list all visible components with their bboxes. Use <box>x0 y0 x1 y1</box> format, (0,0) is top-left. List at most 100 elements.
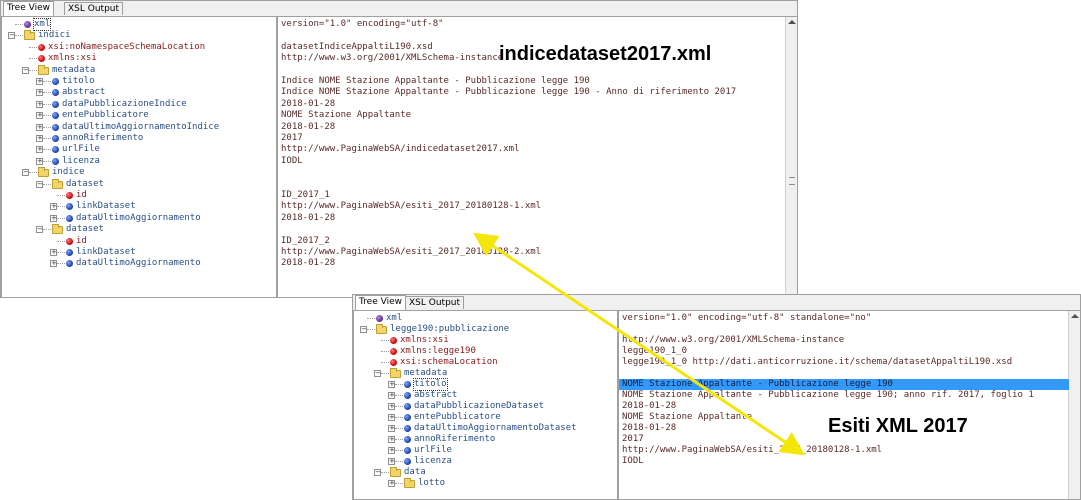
expand-toggle-icon[interactable]: − <box>22 169 29 177</box>
tree-node-label[interactable]: entePubblicatore <box>414 412 501 423</box>
expand-toggle-icon[interactable]: + <box>36 112 43 120</box>
expand-toggle-icon[interactable]: − <box>374 370 381 377</box>
expand-toggle-icon[interactable]: + <box>388 425 395 432</box>
tree-node-label[interactable]: licenza <box>62 156 100 167</box>
tree-node-label[interactable]: metadata <box>404 368 447 379</box>
tree-node-label[interactable]: dataUltimoAggiornamentoIndice <box>62 122 219 133</box>
expand-toggle-icon[interactable]: − <box>374 469 381 476</box>
node-value[interactable]: legge190_1_0 <box>622 346 687 357</box>
tree-node-label[interactable]: legge190:pubblicazione <box>390 324 509 335</box>
tree-pane[interactable]: xml − indici xsi:noNamespaceSchemaLocation x… <box>1 16 277 297</box>
tree-node-label[interactable]: dataset <box>66 224 104 235</box>
node-value[interactable]: http://www.w3.org/2001/XMLSchema-instanc… <box>281 53 503 64</box>
expand-toggle-icon[interactable]: + <box>50 214 57 222</box>
node-value[interactable]: NOME Stazione Appaltante <box>281 110 411 121</box>
expand-toggle-icon[interactable]: + <box>36 78 43 85</box>
tree-node-label[interactable]: titolo <box>62 76 95 87</box>
tree-node-label[interactable]: dataPubblicazioneIndice <box>62 99 187 110</box>
node-value[interactable]: datasetIndiceAppaltiL190.xsd <box>281 42 433 53</box>
tree-node-label[interactable]: dataPubblicazioneDataset <box>414 401 544 412</box>
expand-toggle-icon[interactable]: + <box>36 135 43 142</box>
node-value[interactable]: NOME Stazione Appaltante - Pubblicazione… <box>619 379 1069 390</box>
tree-node-label[interactable]: lotto <box>418 478 445 489</box>
tree-node-label[interactable]: id <box>76 236 87 247</box>
expand-toggle-icon[interactable]: + <box>36 146 43 154</box>
expand-toggle-icon[interactable]: + <box>388 480 395 487</box>
vertical-scrollbar[interactable] <box>1068 311 1080 499</box>
node-value[interactable]: Indice NOME Stazione Appaltante - Pubbli… <box>281 87 736 98</box>
tree-node-label[interactable]: annoRiferimento <box>62 133 143 144</box>
tree-node-label[interactable]: xmlns:xsi <box>400 335 449 346</box>
tree-node-label[interactable]: xsi:schemaLocation <box>400 357 498 368</box>
expand-toggle-icon[interactable]: + <box>50 249 57 256</box>
node-value[interactable]: 2018-01-28 <box>281 122 335 133</box>
tree-node-label[interactable]: dataUltimoAggiornamento <box>76 258 201 269</box>
node-value[interactable]: Indice NOME Stazione Appaltante - Pubbli… <box>281 76 590 87</box>
node-value[interactable]: http://www.PaginaWebSA/esiti_2017_201801… <box>281 247 541 258</box>
tree-pane[interactable]: xml − legge190:pubblicazione xmlns:xsi xmlns… <box>353 310 618 499</box>
node-value[interactable]: http://www.PaginaWebSA/esiti_2017_201801… <box>622 445 882 456</box>
expand-toggle-icon[interactable]: + <box>50 260 57 268</box>
tree-node-label[interactable]: indici <box>38 30 71 41</box>
scroll-grip-icon[interactable] <box>789 177 795 185</box>
expand-toggle-icon[interactable]: + <box>388 436 395 443</box>
tree-node-label[interactable]: metadata <box>52 65 95 76</box>
expand-toggle-icon[interactable]: − <box>36 180 43 188</box>
node-value[interactable]: http://www.w3.org/2001/XMLSchema-instanc… <box>622 335 844 346</box>
tree-node-label[interactable]: xmlns:legge190 <box>400 346 476 357</box>
tree-node-label[interactable]: annoRiferimento <box>414 434 495 445</box>
tree-node-label[interactable]: xsi:noNamespaceSchemaLocation <box>48 42 205 53</box>
tree-node-label[interactable]: xml <box>386 313 402 324</box>
node-value[interactable]: 2018-01-28 <box>622 401 676 412</box>
tab-tree-view[interactable]: Tree View <box>355 295 406 311</box>
node-value[interactable]: NOME Stazione Appaltante <box>622 412 752 423</box>
node-value[interactable]: 2017 <box>622 434 644 445</box>
node-value[interactable]: 2018-01-28 <box>281 99 335 110</box>
tree-node-label[interactable]: linkDataset <box>76 201 136 212</box>
tree-node-label[interactable]: abstract <box>62 87 105 98</box>
node-value[interactable]: IODL <box>622 456 644 467</box>
node-value[interactable]: 2018-01-28 <box>622 423 676 434</box>
expand-toggle-icon[interactable]: + <box>388 381 395 388</box>
expand-toggle-icon[interactable]: + <box>388 392 395 399</box>
node-value[interactable]: NOME Stazione Appaltante - Pubblicazione… <box>622 390 1034 401</box>
tree-node-label[interactable]: dataset <box>66 179 104 190</box>
tree-node-label[interactable]: linkDataset <box>76 247 136 258</box>
tab-xsl-output[interactable]: XSL Output <box>64 2 124 15</box>
expand-toggle-icon[interactable]: − <box>360 326 367 333</box>
tree-node-label[interactable]: urlFile <box>62 144 100 155</box>
tree-node-label[interactable]: indice <box>52 167 85 178</box>
expand-toggle-icon[interactable]: + <box>36 89 43 97</box>
tree-node-label[interactable]: entePubblicatore <box>62 110 149 121</box>
scroll-up-icon[interactable] <box>788 20 796 24</box>
tree-node-label[interactable]: dataUltimoAggiornamento <box>76 213 201 224</box>
tree-node-label[interactable]: abstract <box>414 390 457 401</box>
tree-node-label[interactable]: xml <box>32 18 52 31</box>
vertical-scrollbar[interactable] <box>785 17 797 297</box>
expand-toggle-icon[interactable]: − <box>36 226 43 234</box>
expand-toggle-icon[interactable]: − <box>22 66 29 74</box>
node-value[interactable]: 2017 <box>281 133 303 144</box>
tab-tree-view[interactable]: Tree View <box>3 1 54 17</box>
expand-toggle-icon[interactable]: + <box>36 157 43 165</box>
tree-node-label[interactable]: titolo <box>413 378 448 391</box>
expand-toggle-icon[interactable]: − <box>8 32 15 40</box>
expand-toggle-icon[interactable]: + <box>388 458 395 465</box>
tree-node-label[interactable]: dataUltimoAggiornamentoDataset <box>414 423 577 434</box>
expand-toggle-icon[interactable]: + <box>36 123 43 131</box>
expand-toggle-icon[interactable]: + <box>388 403 395 410</box>
node-value[interactable]: 2018-01-28 <box>281 258 335 269</box>
expand-toggle-icon[interactable]: + <box>388 447 395 454</box>
node-value[interactable]: ID_2017_1 <box>281 190 330 201</box>
node-value[interactable]: http://www.PaginaWebSA/indicedataset2017… <box>281 144 519 155</box>
expand-toggle-icon[interactable]: + <box>50 203 57 211</box>
value-pane[interactable]: version="1.0" encoding="utf-8" standalon… <box>618 310 1080 499</box>
node-value[interactable]: http://www.PaginaWebSA/esiti_2017_201801… <box>281 201 541 212</box>
node-value[interactable]: 2018-01-28 <box>281 213 335 224</box>
scroll-up-icon[interactable] <box>1071 314 1079 318</box>
tree-node-label[interactable]: urlFile <box>414 445 452 456</box>
expand-toggle-icon[interactable]: + <box>36 100 43 108</box>
node-value[interactable]: version="1.0" encoding="utf-8" standalon… <box>622 313 871 324</box>
node-value[interactable]: legge190_1_0 http://dati.anticorruzione.… <box>622 357 1012 368</box>
tree-node-label[interactable]: data <box>404 467 426 478</box>
